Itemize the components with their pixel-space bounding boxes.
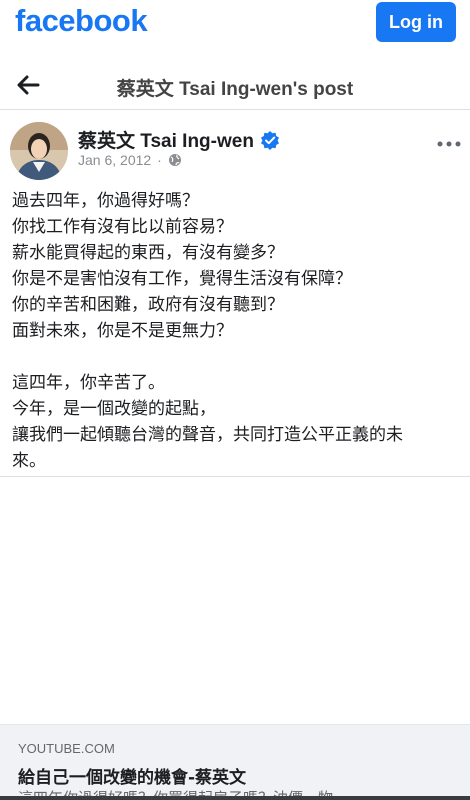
post-header: 蔡英文 Tsai Ing-wen Jan 6, 2012 · [0, 112, 470, 182]
link-domain: YOUTUBE.COM [18, 741, 115, 756]
page-title: 蔡英文 Tsai Ing-wen's post [116, 79, 354, 100]
post-line: 來。 [12, 451, 46, 471]
post-line: 你找工作有沒有比以前容易？ [12, 217, 233, 237]
more-options-icon [437, 141, 461, 147]
avatar-image [10, 122, 68, 180]
post-line: 讓我們一起傾聽台灣的聲音，共同打造公平正義的未 [12, 425, 403, 445]
post-line: 你的辛苦和困難，政府有沒有聽到？ [12, 295, 284, 315]
facebook-logo[interactable]: facebook [15, 3, 148, 39]
divider [0, 476, 470, 477]
globe-icon [168, 154, 181, 166]
post-date[interactable]: Jan 6, 2012 [78, 152, 151, 168]
author-name[interactable]: 蔡英文 Tsai Ing-wen [78, 126, 254, 153]
author-row: 蔡英文 Tsai Ing-wen [78, 126, 280, 153]
avatar[interactable] [10, 122, 68, 180]
post-line: 過去四年，你過得好嗎？ [12, 191, 199, 211]
post-line: 薪水能買得起的東西，有沒有變多？ [12, 243, 284, 263]
more-options-button[interactable] [436, 136, 462, 150]
post-line: 你是不是害怕沒有工作，覺得生活沒有保障？ [12, 269, 352, 289]
link-title[interactable]: 給自己一個改變的機會-蔡英文 [18, 763, 246, 788]
login-button[interactable]: Log in [376, 2, 456, 42]
post-line: 今年，是一個改變的起點， [12, 399, 216, 419]
post-body: 過去四年，你過得好嗎？ 你找工作有沒有比以前容易？ 薪水能買得起的東西，有沒有變… [12, 188, 466, 474]
post-line: 面對未來，你是不是更無力？ [12, 321, 233, 341]
post-nav-bar: 蔡英文 Tsai Ing-wen's post [0, 62, 470, 110]
post-meta: Jan 6, 2012 · [78, 152, 182, 168]
meta-separator: · [157, 152, 162, 168]
post-line: 這四年，你辛苦了。 [12, 373, 165, 393]
bottom-edge [0, 796, 470, 800]
link-preview-card[interactable]: YOUTUBE.COM 給自己一個改變的機會-蔡英文 這四年你過得好嗎？你買得起… [0, 724, 470, 800]
top-bar: facebook Log in [0, 0, 470, 48]
verified-badge-icon [260, 130, 279, 150]
